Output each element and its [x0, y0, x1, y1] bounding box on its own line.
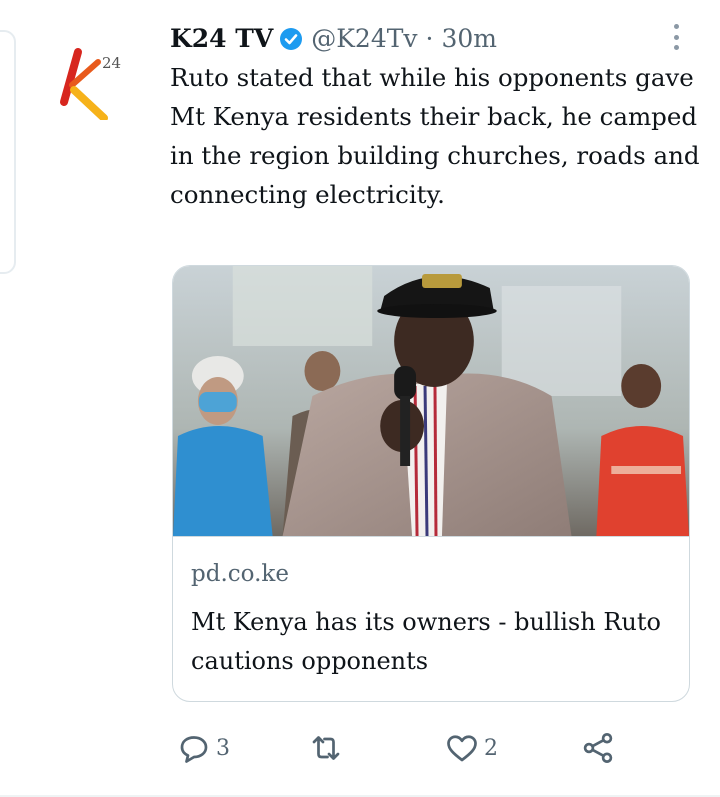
tweet-text: Ruto stated that while his opponents gav… — [170, 63, 700, 209]
k24-logo-icon: 24 — [60, 48, 121, 122]
reply-count: 3 — [216, 735, 230, 761]
link-card[interactable]: pd.co.ke Mt Kenya has its owners - bulli… — [172, 265, 690, 702]
tweet-timestamp[interactable]: 30m — [441, 22, 497, 56]
separator-dot: · — [425, 24, 434, 53]
previous-card-edge — [0, 30, 16, 274]
tweet-header: K24 TV @K24Tv · 30m — [170, 22, 497, 56]
like-count: 2 — [484, 735, 498, 761]
author-name[interactable]: K24 TV — [170, 22, 273, 56]
share-icon — [583, 733, 613, 763]
more-dot — [673, 24, 679, 29]
avatar-label: 24 — [102, 54, 121, 72]
link-title: Mt Kenya has its owners - bullish Ruto c… — [191, 608, 661, 675]
verified-badge-icon — [280, 28, 303, 50]
avatar[interactable]: 24 — [50, 40, 130, 122]
reply-icon — [180, 736, 208, 763]
heart-icon — [447, 735, 477, 762]
more-dot — [673, 45, 679, 50]
tweet-actions: 3 2 — [0, 728, 720, 768]
more-options-icon[interactable] — [666, 22, 686, 52]
link-card-photo — [173, 266, 689, 536]
author-handle[interactable]: @K24Tv — [311, 22, 417, 56]
reply-button[interactable]: 3 — [176, 728, 230, 768]
retweet-button[interactable] — [308, 728, 348, 768]
like-button[interactable]: 2 — [444, 728, 498, 768]
link-domain: pd.co.ke — [191, 561, 289, 587]
share-button[interactable] — [580, 728, 616, 768]
more-dot — [673, 34, 679, 40]
link-card-meta: pd.co.ke Mt Kenya has its owners - bulli… — [173, 536, 689, 681]
retweet-icon — [312, 736, 340, 760]
